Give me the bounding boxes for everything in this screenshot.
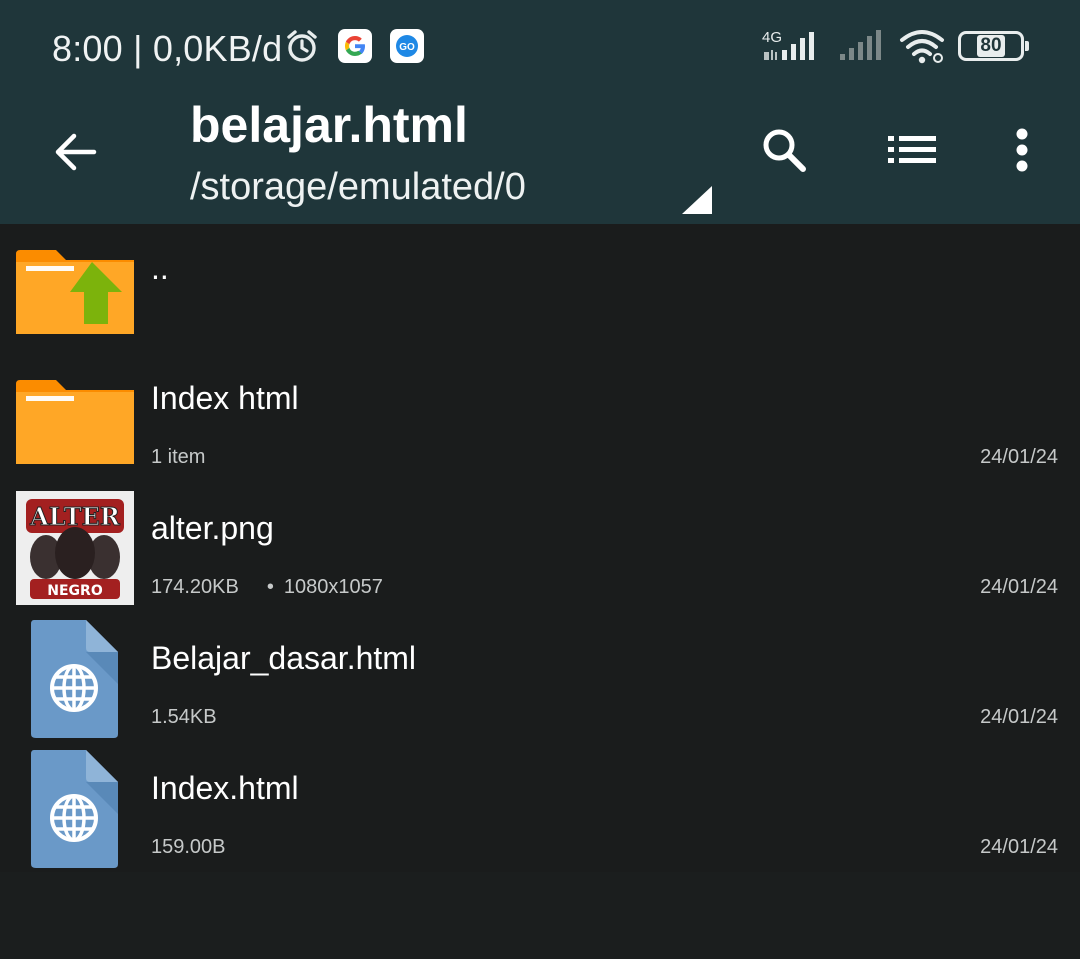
view-mode-button[interactable] [882,120,942,180]
html-file-icon [31,750,118,868]
signal-icon [840,30,881,60]
status-time: 8:00 [52,28,123,69]
status-separator: | [133,28,143,69]
search-button[interactable] [754,120,814,180]
empty-area [0,872,1080,959]
system-status-icons: 4G 80 [760,26,1029,66]
list-item-image[interactable]: ALTER NEGRO alter.png 174.20KB • 1080x1057… [0,484,1080,614]
file-meta: 1 item [151,446,206,468]
html-file-icon [31,620,118,738]
file-name: Belajar_dasar.html [151,640,417,676]
file-date: 24/01/24 [980,706,1058,728]
search-icon [763,129,806,172]
file-meta: 174.20KB • 1080x1057 [151,576,383,599]
file-name: Index.html [151,770,299,806]
thumb-text-bottom: NEGRO [47,583,103,599]
folder-icon [16,380,134,464]
file-name: Index html [151,380,299,416]
thumb-text-top: ALTER [29,502,121,531]
file-meta: 1.54KB [151,706,217,728]
svg-text:GO: GO [399,42,415,53]
app-header: 8:00 | 0,0KB/d GO 4G 80 belajar.html /st… [0,0,1080,224]
list-item-folder[interactable]: Index html 1 item 24/01/24 [0,354,1080,484]
battery-level: 80 [977,35,1005,57]
back-button[interactable] [46,122,106,182]
list-item-html-file[interactable]: Index.html 159.00B 24/01/24 [0,744,1080,874]
notification-icons: GO [284,28,424,64]
file-name: .. [151,250,169,286]
list-item-html-file[interactable]: Belajar_dasar.html 1.54KB 24/01/24 [0,614,1080,744]
file-name: alter.png [151,510,274,546]
signal-icon: 4G [762,29,814,60]
network-speed: 0,0KB/d [152,28,283,69]
image-thumbnail: ALTER NEGRO [16,491,134,605]
more-options-button[interactable] [992,120,1052,180]
file-date: 24/01/24 [980,836,1058,858]
path-selector[interactable]: /storage/emulated/0 [190,166,526,209]
network-type-label: 4G [762,29,782,46]
image-dimensions: 1080x1057 [283,576,383,598]
battery-icon: 80 [958,31,1029,61]
alarm-icon [287,30,317,62]
file-date: 24/01/24 [980,576,1058,598]
more-vert-icon [1016,128,1028,172]
file-list[interactable]: .. Index html 1 item 24/01/24 ALTER NEGR… [0,224,1080,872]
go-app-icon: GO [390,29,424,63]
file-meta: 159.00B [151,836,226,858]
list-item-parent-directory[interactable]: .. [0,224,1080,354]
dropdown-corner-icon[interactable] [682,186,712,214]
file-size: 174.20KB [151,576,239,598]
list-view-icon [888,136,936,163]
google-icon [338,29,372,63]
wifi-icon [900,30,944,64]
file-date: 24/01/24 [980,446,1058,468]
status-bar-text: 8:00 | 0,0KB/d [52,28,282,70]
separator-dot: • [266,576,274,598]
folder-up-icon [16,250,134,334]
page-title: belajar.html [190,97,468,153]
back-arrow-icon [55,133,97,171]
